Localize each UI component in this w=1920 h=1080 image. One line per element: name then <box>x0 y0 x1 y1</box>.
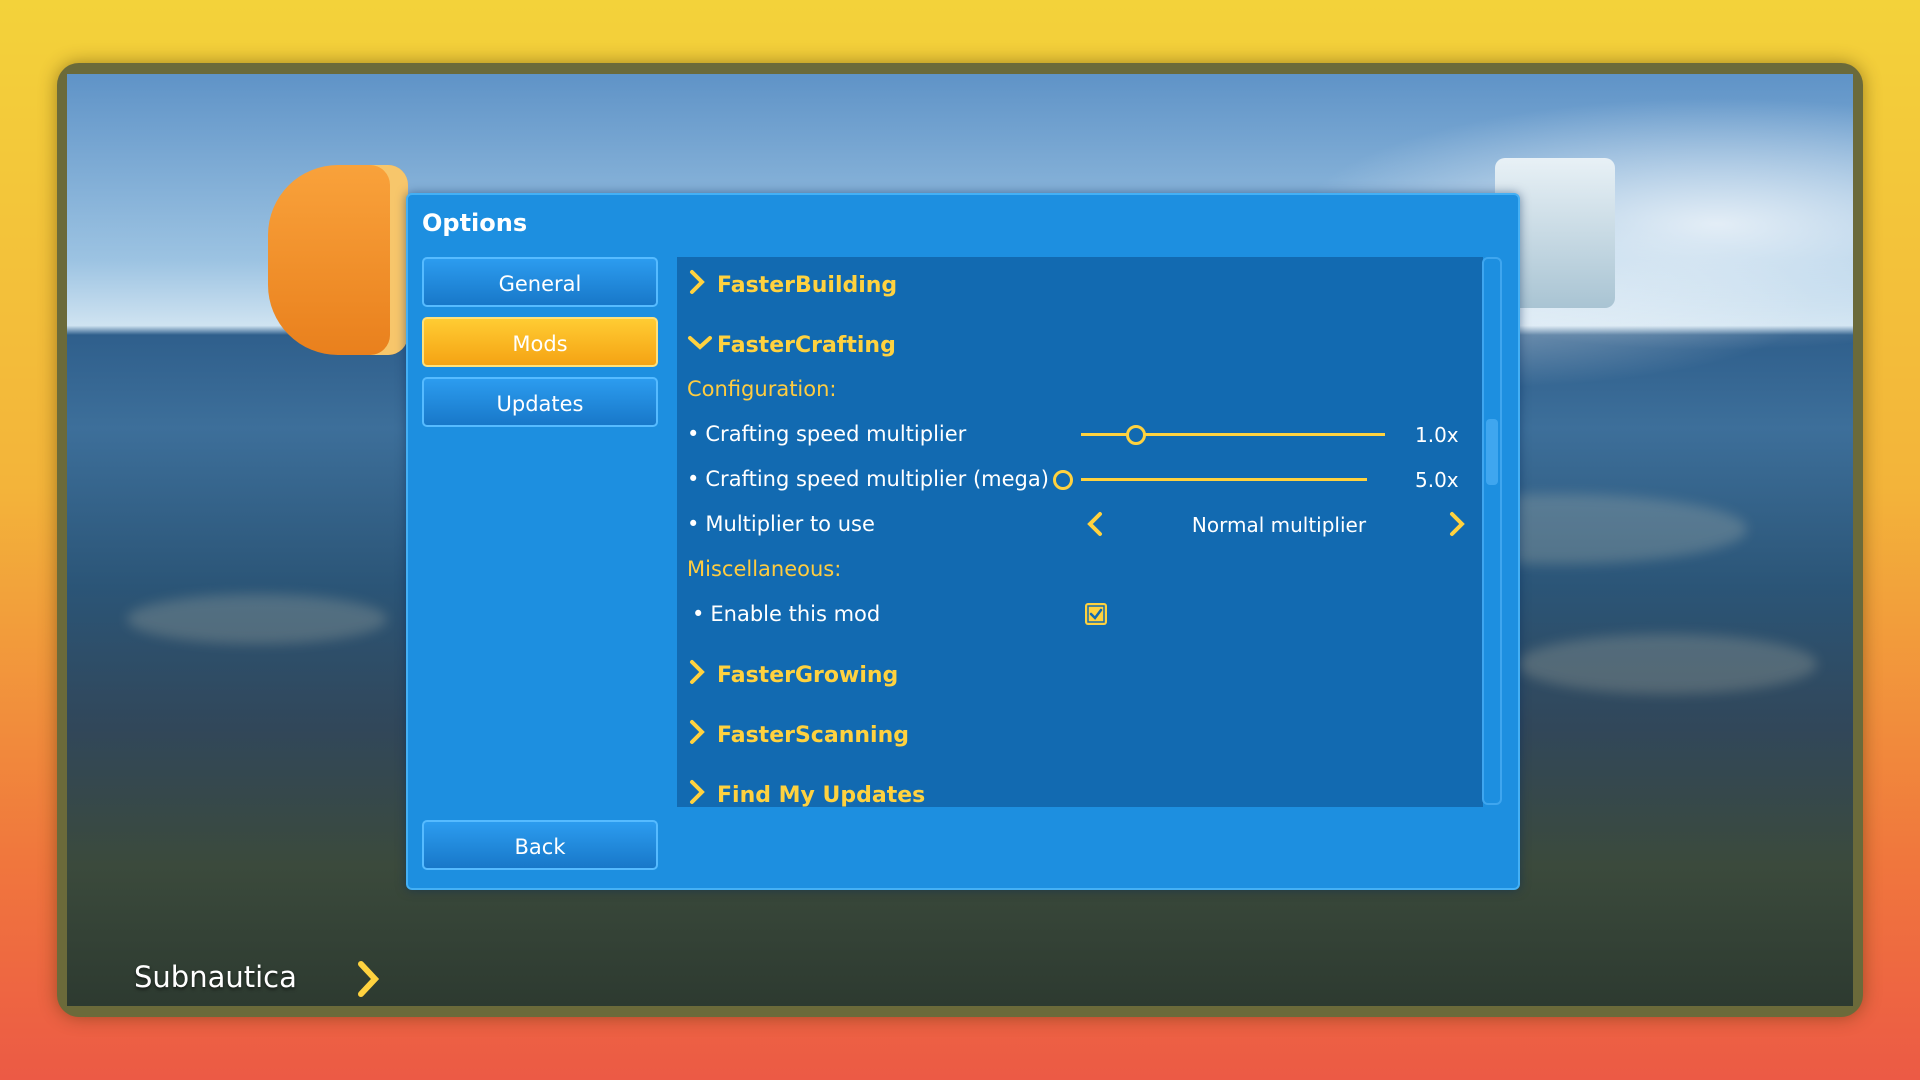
mod-name: Find My Updates <box>717 782 926 808</box>
setting-label: Multiplier to use <box>705 512 875 536</box>
setting-label: Crafting speed multiplier (mega) <box>705 467 1049 491</box>
chevron-right-icon[interactable] <box>1447 511 1467 541</box>
mod-faster-building[interactable]: FasterBuilding <box>677 267 897 303</box>
tab-general[interactable]: General <box>422 257 658 307</box>
mod-faster-scanning[interactable]: FasterScanning <box>677 717 909 753</box>
water-glint <box>127 594 387 644</box>
chevron-right-icon <box>687 779 717 807</box>
checkmark-icon <box>1087 605 1105 623</box>
mods-panel: FasterBuilding FasterCrafting Configurat… <box>677 257 1483 807</box>
back-button[interactable]: Back <box>422 820 658 870</box>
multiplier-selector-value: Normal multiplier <box>1191 513 1367 537</box>
mod-name: FasterCrafting <box>717 332 896 358</box>
mods-scrollbar[interactable] <box>1482 257 1502 805</box>
mod-faster-crafting[interactable]: FasterCrafting <box>677 327 896 363</box>
setting-label: Crafting speed multiplier <box>705 422 967 446</box>
mod-find-my-updates[interactable]: Find My Updates <box>677 777 925 807</box>
tab-updates[interactable]: Updates <box>422 377 658 427</box>
setting-multiplier-to-use: • Multiplier to use <box>687 512 875 536</box>
crafting-speed-value: 1.0x <box>1415 423 1459 447</box>
crafting-speed-mega-slider-handle[interactable] <box>1053 470 1073 490</box>
water-glint <box>1517 634 1817 694</box>
chevron-right-icon <box>687 269 717 301</box>
dialog-title: Options <box>422 209 528 237</box>
setting-enable-mod: • Enable this mod <box>692 602 881 626</box>
mod-name: FasterGrowing <box>717 662 899 688</box>
game-logo-fragment-left <box>268 165 408 355</box>
configuration-label: Configuration: <box>687 377 837 401</box>
setting-label: Enable this mod <box>710 602 881 626</box>
options-dialog: Options General Mods Updates Back Faster… <box>406 193 1520 890</box>
setting-crafting-speed: • Crafting speed multiplier <box>687 422 967 446</box>
game-title: Subnautica <box>134 960 297 994</box>
mod-faster-growing[interactable]: FasterGrowing <box>677 657 898 693</box>
miscellaneous-label: Miscellaneous: <box>687 557 842 581</box>
chevron-right-icon <box>687 659 717 691</box>
mod-name: FasterScanning <box>717 722 909 748</box>
crafting-speed-slider-handle[interactable] <box>1125 425 1146 445</box>
chevron-down-icon <box>687 332 717 358</box>
mod-name: FasterBuilding <box>717 272 898 298</box>
tab-mods[interactable]: Mods <box>422 317 658 367</box>
scrollbar-thumb[interactable] <box>1486 419 1498 485</box>
crafting-speed-mega-slider-track[interactable] <box>1081 478 1367 481</box>
crafting-speed-mega-value: 5.0x <box>1415 468 1459 492</box>
setting-crafting-speed-mega: • Crafting speed multiplier (mega) <box>687 467 1049 491</box>
chevron-right-icon[interactable] <box>355 960 381 1002</box>
chevron-right-icon <box>687 719 717 751</box>
chevron-left-icon[interactable] <box>1085 511 1105 541</box>
enable-mod-checkbox[interactable] <box>1085 603 1107 625</box>
